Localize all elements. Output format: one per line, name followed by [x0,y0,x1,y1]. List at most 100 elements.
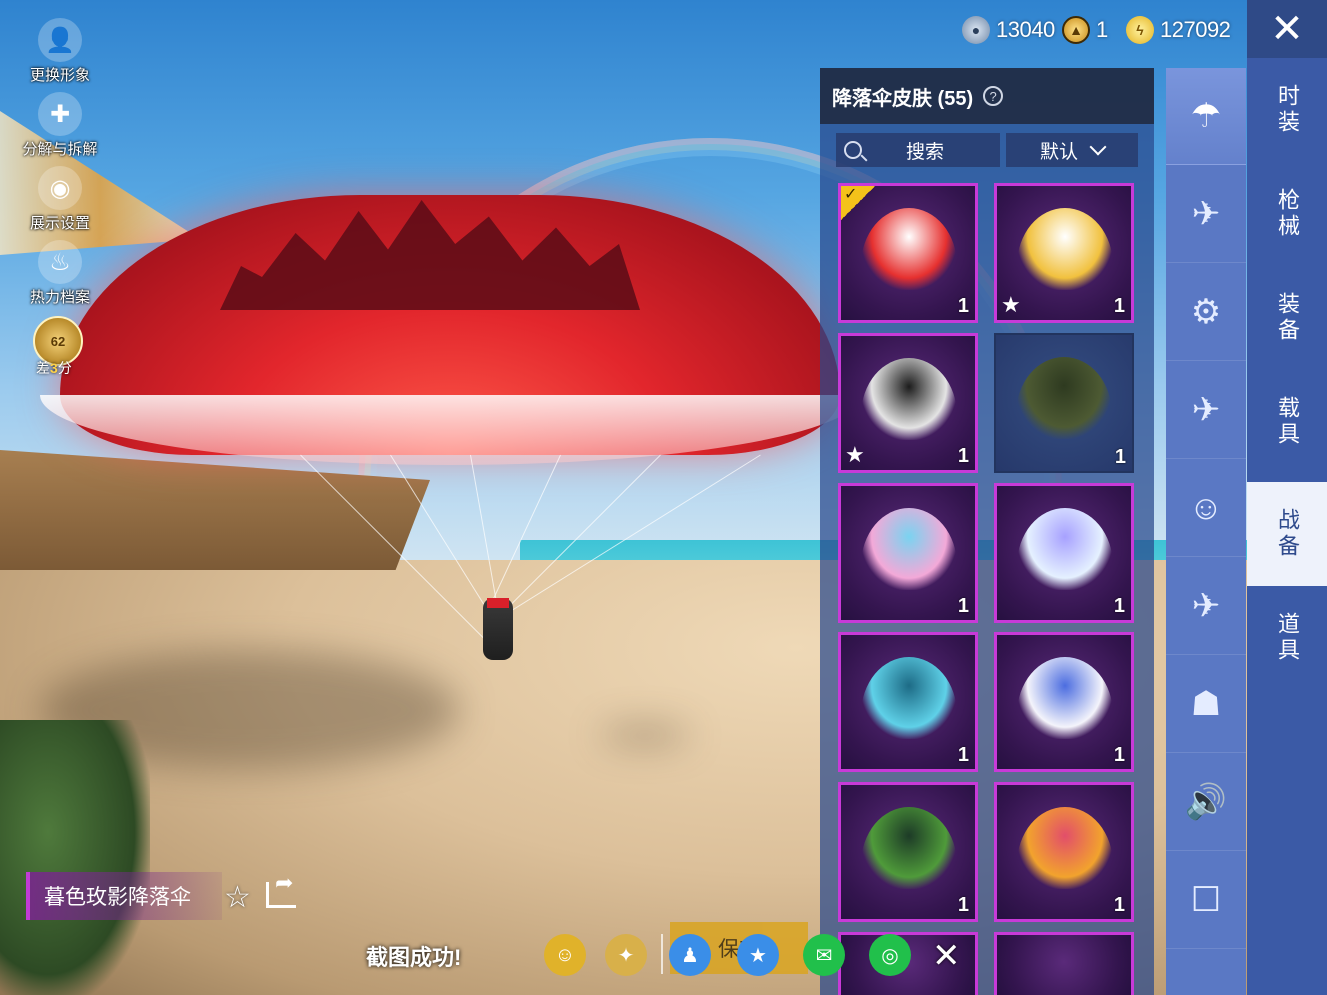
skydiver-icon: ✈ [1191,195,1221,233]
aircraft-icon: ✈ [1191,587,1221,625]
chevron-down-icon [1089,138,1107,156]
sort-label: 默认 [1039,141,1078,163]
subcat-robot[interactable]: ☗ [1166,656,1246,753]
silver-coin-icon: ● [962,16,990,44]
tab-weapons[interactable]: 枪械 [1247,162,1327,266]
favorite-star-icon: ★ [1001,292,1021,317]
rank-level: 62 [50,333,66,349]
item-count: 1 [957,445,969,467]
share-wechat-button[interactable]: ✉ [803,934,845,976]
item-tile[interactable]: ★ 1 [838,333,978,473]
red-castle-parachute-image [861,208,957,290]
sort-dropdown[interactable]: 默认 [1006,133,1138,167]
search-icon [844,141,862,159]
airplane-icon: ✈ [1191,391,1221,429]
decompose-label: 分解与拆解 [22,141,98,158]
subcat-speaker[interactable]: 🔊 [1166,754,1246,851]
item-count: 1 [1113,744,1125,766]
tab-equipment-label: 装备 [1275,292,1300,344]
share-qzone-button[interactable]: ★ [737,934,779,976]
currency-silver[interactable]: ● 13040 [962,14,1055,46]
lightning-coin-value: 127092 [1160,17,1231,42]
colorful-cube-parachute-image [1017,807,1113,889]
wechat-icon: ✉ [815,944,833,967]
tab-equipment[interactable]: 装备 [1247,266,1327,370]
rank-gap-text: 差3分 [36,358,72,378]
item-count: 1 [957,894,969,916]
favorite-star-icon[interactable]: ☆ [224,880,251,915]
favorite-star-icon: ★ [845,442,865,467]
currency-yellow[interactable]: ϟ 127092 [1126,14,1231,46]
robot-icon: ☗ [1190,685,1222,723]
display-settings-button[interactable]: ◉ 展示设置 [14,166,106,233]
item-tile[interactable]: 1 [838,632,978,772]
subcat-airplane[interactable]: ✈ [1166,362,1246,459]
avatar-silhouette-icon: 👤 [38,18,82,62]
subcat-parachute[interactable]: ☂ [1166,68,1246,165]
currency-gold[interactable]: ▲ 1 [1062,14,1108,46]
item-tile[interactable]: 1 [838,782,978,922]
share-qq-button[interactable]: ♟ [669,934,711,976]
item-tile[interactable]: 1 [994,333,1134,473]
subcat-emote[interactable]: ☺ [1166,460,1246,557]
drone-icon: ⚙ [1190,293,1222,331]
heat-profile-button[interactable]: ♨ 热力档案 [14,240,106,307]
share-avatar-button[interactable]: ☺ [544,934,586,976]
item-tile[interactable]: 1 [838,483,978,623]
skydiver-character [483,598,513,660]
subcat-skydive[interactable]: ✈ [1166,166,1246,263]
tab-combat-prep[interactable]: 战备 [1247,482,1327,586]
share-moments-button[interactable]: ◎ [869,934,911,976]
item-tile[interactable]: ★ 1 [994,183,1134,323]
close-button[interactable]: ✕ [1247,0,1327,58]
search-button[interactable]: 搜索 [836,133,1000,167]
equipped-check-icon [841,184,875,220]
tab-fashion-label: 时装 [1275,84,1300,136]
tab-fashion[interactable]: 时装 [1247,58,1327,162]
share-icon[interactable] [266,870,296,908]
eye-icon: ◉ [38,166,82,210]
avatar-share-icon: ☺ [554,943,576,966]
rank-gap-suffix: 分 [57,360,72,376]
emote-icon: ☺ [1188,488,1224,527]
qzone-icon: ★ [749,944,767,967]
panel-header: 降落伞皮肤 (55) ? [820,68,1154,124]
tab-vehicles[interactable]: 载具 [1247,370,1327,474]
item-count: 1 [1113,295,1125,317]
rank-gap-points: 3 [50,360,58,376]
item-tile[interactable]: 1 [994,483,1134,623]
green-tech-parachute-image [861,807,957,889]
item-tile[interactable] [994,932,1134,995]
flame-icon: ♨ [38,240,82,284]
decompose-button[interactable]: ✚ 分解与拆解 [14,92,106,159]
item-tile[interactable]: 1 [994,632,1134,772]
subcat-chat[interactable]: ☐ [1166,852,1246,949]
change-avatar-button[interactable]: 👤 更换形象 [14,18,106,85]
change-avatar-label: 更换形象 [29,67,90,84]
item-count: 1 [957,744,969,766]
share-game-button[interactable]: ✦ [605,934,647,976]
panel-title: 降落伞皮肤 (55) [832,87,974,110]
white-tech-parachute-image [1017,657,1113,739]
help-icon[interactable]: ? [983,86,1004,106]
tab-weapons-label: 枪械 [1275,188,1300,240]
item-tile[interactable]: 1 [838,183,978,323]
share-divider [661,934,663,974]
gold-medal-value: 1 [1096,17,1108,42]
puzzle-icon: ✚ [38,92,82,136]
speaker-icon: 🔊 [1184,783,1228,821]
cyan-pattern-parachute-image [861,657,957,739]
tab-items-label: 道具 [1275,612,1300,664]
close-icon: ✕ [1270,7,1304,51]
item-tile[interactable]: 1 [994,782,1134,922]
screenshot-toast: 截图成功! [366,945,462,970]
item-count: 1 [1113,595,1125,617]
item-count: 1 [1113,894,1125,916]
silver-coin-value: 13040 [996,17,1055,42]
red-panda-parachute-image [1017,208,1113,290]
tab-items[interactable]: 道具 [1247,586,1327,690]
subcat-aircraft[interactable]: ✈ [1166,558,1246,655]
search-label: 搜索 [906,141,945,163]
share-close-icon[interactable]: ✕ [932,936,961,976]
subcat-drone[interactable]: ⚙ [1166,264,1246,361]
